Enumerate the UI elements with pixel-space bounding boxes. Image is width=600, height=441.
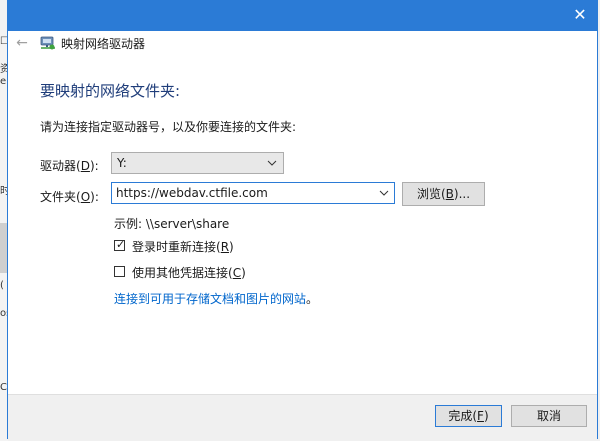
folder-input-value: https://webdav.ctfile.com (116, 186, 268, 200)
map-network-drive-dialog: ✕ ← 映射网络驱动器 要映射的网络文件夹: 请为连接指定驱动器号，以及你要连接… (7, 0, 598, 439)
chevron-down-icon[interactable] (379, 188, 389, 198)
page-heading: 要映射的网络文件夹: (40, 82, 181, 100)
other-credentials-label[interactable]: 使用其他凭据连接(C) (132, 264, 246, 281)
cancel-button[interactable]: 取消 (511, 405, 587, 427)
dialog-footer: 完成(F) 取消 (8, 394, 597, 439)
drive-letter-select[interactable]: Y: (111, 152, 284, 174)
checkmark-icon: ✓ (116, 238, 126, 251)
navigation-row: ← 映射网络驱动器 (8, 31, 597, 57)
reconnect-label[interactable]: 登录时重新连接(R) (132, 238, 234, 255)
other-credentials-checkbox[interactable] (114, 266, 125, 277)
instruction-text: 请为连接指定驱动器号，以及你要连接的文件夹: (40, 120, 297, 134)
back-arrow-icon[interactable]: ← (14, 35, 30, 51)
drive-letter-value: Y: (117, 156, 127, 170)
title-bar[interactable]: ✕ (8, 1, 597, 31)
folder-input[interactable]: https://webdav.ctfile.com (111, 182, 395, 204)
browse-button[interactable]: 浏览(B)... (402, 182, 485, 206)
chevron-down-icon (267, 160, 277, 166)
website-storage-link[interactable]: 连接到可用于存储文档和图片的网站。 (114, 290, 318, 307)
drive-label: 驱动器(D): (40, 159, 99, 173)
finish-button[interactable]: 完成(F) (435, 405, 502, 427)
close-button[interactable]: ✕ (569, 5, 591, 25)
example-text: 示例: \\server\share (114, 217, 230, 231)
window-title: 映射网络驱动器 (61, 37, 146, 51)
reconnect-checkbox[interactable]: ✓ (114, 238, 126, 251)
network-drive-icon (40, 36, 55, 50)
folder-label: 文件夹(O): (40, 190, 99, 204)
